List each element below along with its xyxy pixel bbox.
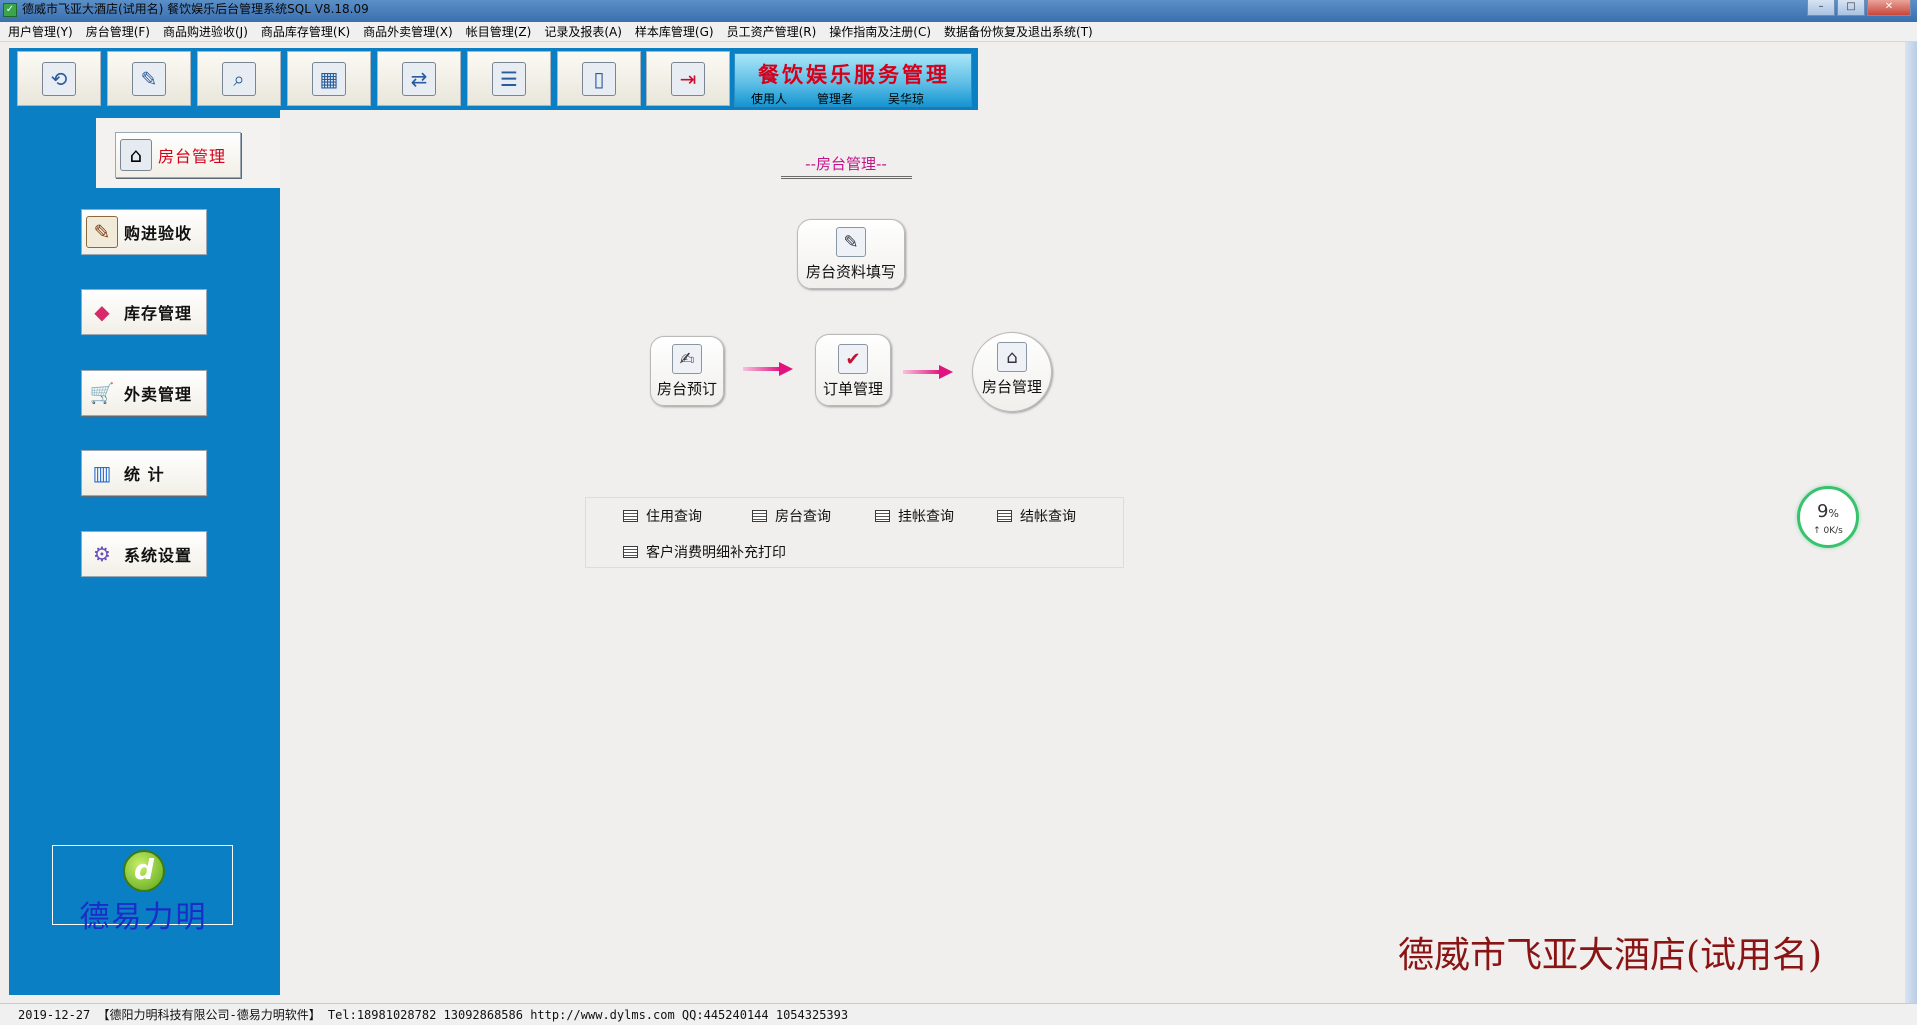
list-icon	[875, 510, 890, 522]
toolbar-card-button[interactable]: ☰	[467, 51, 551, 106]
menu-user[interactable]: 用户管理(Y)	[0, 22, 78, 42]
company-logo: d 德易力明	[52, 845, 233, 935]
flow-node-label: 房台管理	[981, 378, 1042, 396]
window-right-border	[1905, 42, 1917, 1003]
transfer-icon: ⇄	[402, 61, 436, 96]
app-banner: 餐饮娱乐服务管理 使用人 管理者 吴华琼	[734, 53, 972, 107]
banner-user-name: 吴华琼	[888, 92, 925, 106]
menu-takeout[interactable]: 商品外卖管理(X)	[355, 22, 458, 42]
query-label: 结帐查询	[1020, 509, 1076, 525]
sidebar-item-room-management[interactable]: ⌂ 房台管理	[115, 132, 241, 178]
sidebar-item-label: 外卖管理	[124, 385, 193, 404]
sidebar-item-purchase-check[interactable]: ✎ 购进验收	[81, 209, 207, 255]
room-info-edit-button[interactable]: ✎ 房台资料填写	[797, 219, 905, 289]
refresh-icon: ⟲	[42, 61, 76, 96]
query-label: 挂帐查询	[898, 509, 954, 525]
sidebar-item-takeout[interactable]: 🛒 外卖管理	[81, 370, 207, 416]
logo-icon: d	[123, 850, 165, 892]
credit-query-link[interactable]: 挂帐查询	[875, 506, 954, 526]
section-title-underline	[781, 176, 912, 179]
flow-node-label: 房台预订	[656, 380, 717, 398]
toolbar-edit-button[interactable]: ✎	[107, 51, 191, 106]
flow-arrow-right-icon	[743, 362, 795, 376]
room-query-link[interactable]: 房台查询	[752, 506, 831, 526]
excel-icon: ▦	[312, 61, 346, 96]
banner-title: 餐饮娱乐服务管理	[758, 62, 950, 87]
maximize-button[interactable]: □	[1837, 0, 1865, 16]
order-management-button[interactable]: ✔ 订单管理	[815, 334, 891, 406]
toolbar-exit-button[interactable]: ⇥	[646, 51, 730, 106]
occupancy-query-link[interactable]: 住用查询	[623, 506, 702, 526]
banner-role: 管理者	[817, 92, 854, 106]
network-speed-widget[interactable]: 9% ↑ 0K/s	[1797, 486, 1859, 548]
toolbar-excel-button[interactable]: ▦	[287, 51, 371, 106]
title-bar: ✓ 德威市飞亚大酒店(试用名) 餐饮娱乐后台管理系统SQL V8.18.09 –…	[0, 0, 1917, 22]
edit-document-icon: ✎	[132, 61, 166, 96]
room-management-icon: ⌂	[997, 342, 1027, 372]
exit-door-icon: ⇥	[671, 61, 705, 96]
statistics-chart-icon: ▥	[92, 461, 112, 485]
window-title: 德威市飞亚大酒店(试用名) 餐饮娱乐后台管理系统SQL V8.18.09	[22, 2, 369, 16]
upload-speed: ↑ 0K/s	[1813, 526, 1843, 536]
room-management-icon: ⌂	[120, 139, 152, 171]
room-info-edit-icon: ✎	[836, 227, 866, 257]
menu-purchase[interactable]: 商品购进验收(J)	[155, 22, 253, 42]
status-bar: 2019-12-27 【德阳力明科技有限公司-德易力明软件】 Tel:18981…	[0, 1003, 1917, 1025]
sidebar-item-label: 系统设置	[124, 546, 193, 565]
window-controls: – □ ✕	[1805, 0, 1911, 16]
menu-inventory[interactable]: 商品库存管理(K)	[253, 22, 355, 42]
list-icon	[752, 510, 767, 522]
inventory-cubes-icon: ◆	[94, 300, 110, 324]
sidebar-item-label: 房台管理	[158, 147, 227, 166]
sidebar-item-statistics[interactable]: ▥ 统 计	[81, 450, 207, 496]
room-booking-button[interactable]: ✍ 房台预订	[650, 336, 724, 406]
menu-room[interactable]: 房台管理(F)	[78, 22, 155, 42]
shopping-cart-icon: 🛒	[89, 381, 115, 405]
purchase-check-icon: ✎	[86, 216, 118, 248]
menu-staff-assets[interactable]: 员工资产管理(R)	[719, 22, 822, 42]
menu-backup-exit[interactable]: 数据备份恢复及退出系统(T)	[936, 22, 1098, 42]
menu-accounts[interactable]: 帐目管理(Z)	[458, 22, 537, 42]
customer-receipt-reprint-link[interactable]: 客户消费明细补充打印	[623, 542, 786, 562]
menu-bar: 用户管理(Y) 房台管理(F) 商品购进验收(J) 商品库存管理(K) 商品外卖管理(X…	[0, 22, 1917, 42]
magnifier-icon: ⌕	[222, 61, 256, 96]
close-button[interactable]: ✕	[1867, 0, 1911, 16]
settings-gears-icon: ⚙	[93, 542, 111, 566]
sidebar-item-settings[interactable]: ⚙ 系统设置	[81, 531, 207, 577]
toolbar-refresh-button[interactable]: ⟲	[17, 51, 101, 106]
sidebar-item-label: 库存管理	[124, 304, 193, 323]
cpu-percent: 9%	[1817, 501, 1839, 522]
flow-node-label: 订单管理	[822, 380, 883, 398]
app-icon: ✓	[3, 3, 17, 17]
sidebar-item-label: 购进验收	[124, 224, 193, 243]
toolbar-search-button[interactable]: ⌕	[197, 51, 281, 106]
sidebar-item-inventory[interactable]: ◆ 库存管理	[81, 289, 207, 335]
list-icon	[623, 510, 638, 522]
toolbar-transfer-button[interactable]: ⇄	[377, 51, 461, 106]
section-title: --房台管理--	[805, 155, 887, 173]
order-management-icon: ✔	[838, 344, 868, 374]
room-management-flow-button[interactable]: ⌂ 房台管理	[972, 332, 1052, 412]
menu-guide-register[interactable]: 操作指南及注册(C)	[821, 22, 936, 42]
room-booking-icon: ✍	[672, 344, 702, 374]
query-label: 客户消费明细补充打印	[646, 545, 786, 561]
list-icon	[623, 546, 638, 558]
banner-user-label: 使用人	[751, 92, 788, 106]
id-card-icon: ☰	[492, 61, 526, 96]
menu-samples[interactable]: 样本库管理(G)	[627, 22, 719, 42]
hotel-name: 德威市飞亚大酒店(试用名)	[1398, 935, 1823, 976]
list-icon	[997, 510, 1012, 522]
flow-node-label: 房台资料填写	[805, 263, 896, 281]
logo-text: 德易力明	[79, 900, 208, 935]
checkout-query-link[interactable]: 结帐查询	[997, 506, 1076, 526]
minimize-button[interactable]: –	[1807, 0, 1835, 16]
sidebar-item-label: 统 计	[124, 465, 165, 484]
query-label: 房台查询	[775, 509, 831, 525]
book-icon: ▯	[582, 61, 616, 96]
flow-arrow-right-icon	[903, 365, 955, 379]
toolbar-book-button[interactable]: ▯	[557, 51, 641, 106]
query-label: 住用查询	[646, 509, 702, 525]
menu-reports[interactable]: 记录及报表(A)	[536, 22, 627, 42]
